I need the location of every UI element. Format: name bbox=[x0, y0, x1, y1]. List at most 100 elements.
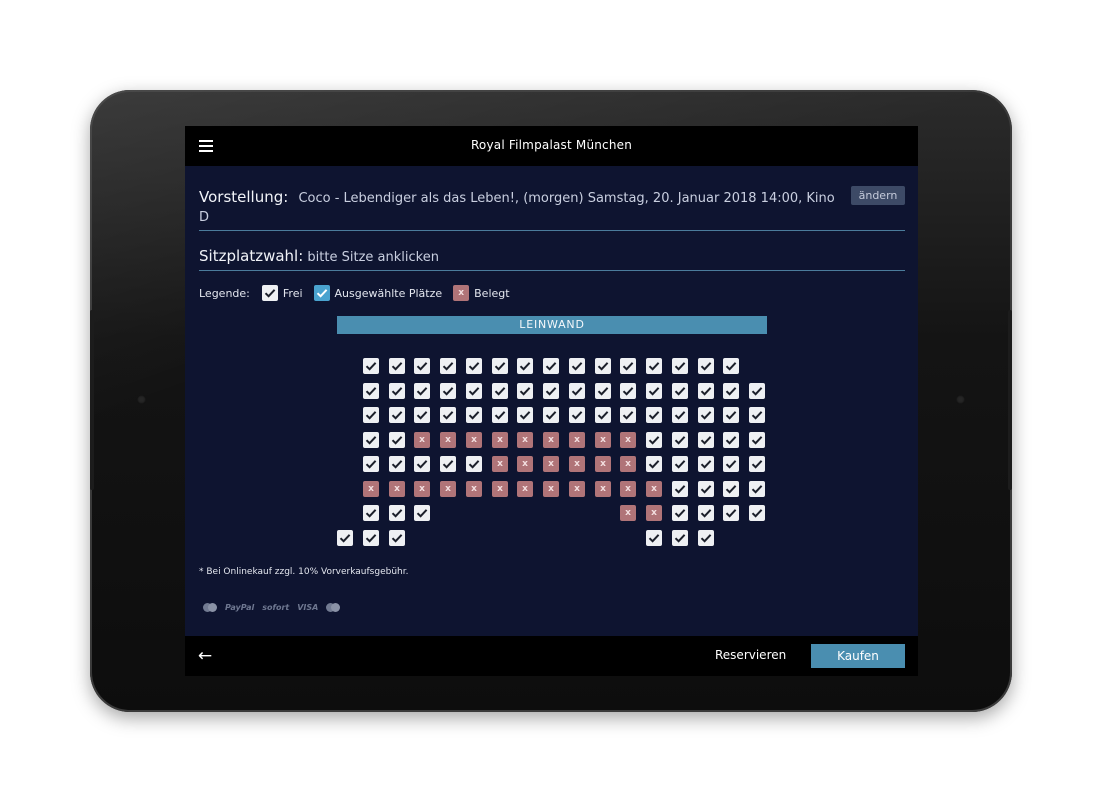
seat-free[interactable] bbox=[698, 530, 714, 546]
seat-free[interactable] bbox=[672, 530, 688, 546]
seat-free[interactable] bbox=[646, 432, 662, 448]
seat-free[interactable] bbox=[595, 383, 611, 399]
seat-free[interactable] bbox=[389, 505, 405, 521]
seat-free[interactable] bbox=[440, 456, 456, 472]
seat-free[interactable] bbox=[543, 358, 559, 374]
seat-free[interactable] bbox=[543, 383, 559, 399]
seat-free[interactable] bbox=[749, 407, 765, 423]
seat-free[interactable] bbox=[723, 407, 739, 423]
seat-free[interactable] bbox=[543, 407, 559, 423]
paypal-logo: PayPal bbox=[225, 602, 255, 612]
seat-free[interactable] bbox=[723, 481, 739, 497]
back-arrow-icon[interactable]: ← bbox=[195, 646, 215, 666]
seat-free[interactable] bbox=[698, 358, 714, 374]
seat-free[interactable] bbox=[414, 407, 430, 423]
seat-free[interactable] bbox=[440, 383, 456, 399]
seat-free[interactable] bbox=[672, 481, 688, 497]
seat-free[interactable] bbox=[389, 358, 405, 374]
seat-free[interactable] bbox=[672, 432, 688, 448]
seat-free[interactable] bbox=[363, 358, 379, 374]
seat-free[interactable] bbox=[698, 407, 714, 423]
seat-free[interactable] bbox=[440, 407, 456, 423]
seat-free[interactable] bbox=[749, 383, 765, 399]
seat-free[interactable] bbox=[595, 358, 611, 374]
seat-free[interactable] bbox=[698, 505, 714, 521]
seat-free[interactable] bbox=[440, 358, 456, 374]
top-bar: Royal Filmpalast München bbox=[185, 126, 918, 166]
seat-free[interactable] bbox=[646, 456, 662, 472]
seat-free[interactable] bbox=[749, 481, 765, 497]
check-icon bbox=[442, 387, 454, 396]
performance-text: Coco - Lebendiger als das Leben!, (morge… bbox=[199, 191, 835, 225]
legend-selected: Ausgewählte Plätze bbox=[313, 285, 443, 301]
seat-free[interactable] bbox=[389, 407, 405, 423]
seat-free[interactable] bbox=[620, 383, 636, 399]
seat-free[interactable] bbox=[672, 383, 688, 399]
seat-free[interactable] bbox=[414, 456, 430, 472]
seat-free[interactable] bbox=[337, 530, 353, 546]
check-icon bbox=[468, 411, 480, 420]
seat-free[interactable] bbox=[646, 407, 662, 423]
seat-free[interactable] bbox=[414, 358, 430, 374]
seat-free[interactable] bbox=[569, 383, 585, 399]
seat-free[interactable] bbox=[749, 456, 765, 472]
seat-free[interactable] bbox=[517, 407, 533, 423]
seat-free[interactable] bbox=[466, 383, 482, 399]
seat-free[interactable] bbox=[569, 358, 585, 374]
seat-free[interactable] bbox=[389, 383, 405, 399]
seat-free[interactable] bbox=[363, 432, 379, 448]
check-icon bbox=[700, 387, 712, 396]
seat-free[interactable] bbox=[595, 407, 611, 423]
seat-free[interactable] bbox=[698, 383, 714, 399]
seat-free[interactable] bbox=[723, 383, 739, 399]
seat-free[interactable] bbox=[466, 407, 482, 423]
seat-free[interactable] bbox=[723, 432, 739, 448]
seat-free[interactable] bbox=[749, 432, 765, 448]
seat-free[interactable] bbox=[363, 383, 379, 399]
seat-free[interactable] bbox=[492, 358, 508, 374]
stage: Royal Filmpalast München Vorstellung: Co… bbox=[0, 0, 1102, 800]
seat-free[interactable] bbox=[646, 530, 662, 546]
seat-free[interactable] bbox=[414, 383, 430, 399]
legend-selected-label: Ausgewählte Plätze bbox=[334, 286, 443, 300]
buy-button[interactable]: Kaufen bbox=[811, 644, 905, 668]
seat-occupied: x bbox=[646, 505, 662, 521]
seat-free[interactable] bbox=[363, 407, 379, 423]
seat-free[interactable] bbox=[698, 432, 714, 448]
reserve-button[interactable]: Reservieren bbox=[715, 648, 786, 662]
check-icon bbox=[725, 411, 737, 420]
seat-free[interactable] bbox=[723, 505, 739, 521]
check-icon bbox=[751, 411, 763, 420]
seat-free[interactable] bbox=[672, 456, 688, 472]
seat-free[interactable] bbox=[389, 432, 405, 448]
seat-free[interactable] bbox=[620, 407, 636, 423]
seat-free[interactable] bbox=[698, 456, 714, 472]
seat-free[interactable] bbox=[672, 358, 688, 374]
seat-free[interactable] bbox=[414, 505, 430, 521]
seat-free[interactable] bbox=[723, 358, 739, 374]
seat-free[interactable] bbox=[517, 358, 533, 374]
seat-free[interactable] bbox=[749, 505, 765, 521]
seat-free[interactable] bbox=[466, 358, 482, 374]
seat-free[interactable] bbox=[620, 358, 636, 374]
change-performance-button[interactable]: ändern bbox=[851, 186, 905, 205]
seat-free[interactable] bbox=[466, 456, 482, 472]
seat-free[interactable] bbox=[517, 383, 533, 399]
seat-free[interactable] bbox=[363, 456, 379, 472]
seat-free[interactable] bbox=[363, 530, 379, 546]
seat-free[interactable] bbox=[492, 407, 508, 423]
seat-free[interactable] bbox=[672, 407, 688, 423]
check-icon bbox=[416, 387, 428, 396]
seat-free[interactable] bbox=[698, 481, 714, 497]
occupied-mark: x bbox=[419, 484, 425, 494]
occupied-mark: x bbox=[394, 484, 400, 494]
seat-free[interactable] bbox=[363, 505, 379, 521]
seat-free[interactable] bbox=[646, 383, 662, 399]
seat-free[interactable] bbox=[672, 505, 688, 521]
seat-free[interactable] bbox=[723, 456, 739, 472]
seat-free[interactable] bbox=[492, 383, 508, 399]
seat-free[interactable] bbox=[389, 530, 405, 546]
seat-free[interactable] bbox=[389, 456, 405, 472]
seat-free[interactable] bbox=[646, 358, 662, 374]
seat-free[interactable] bbox=[569, 407, 585, 423]
